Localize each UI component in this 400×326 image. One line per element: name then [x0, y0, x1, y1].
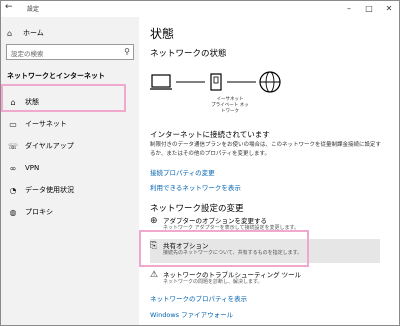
back-icon[interactable]: ← [5, 2, 13, 12]
network-diagram: イーサネット プライベート ネットワーク [150, 69, 285, 115]
sidebar-item-vpn[interactable]: ∞ VPN [1, 157, 139, 179]
pc-icon [150, 74, 172, 90]
minimize-button[interactable]: – [339, 1, 359, 17]
dialup-icon: ☏ [8, 141, 19, 151]
view-network-properties-link[interactable]: ネットワークのプロパティを表示 [150, 293, 247, 303]
sidebar-item-dialup[interactable]: ☏ ダイヤルアップ [1, 135, 139, 157]
show-available-networks-link[interactable]: 利用できるネットワークを表示 [150, 182, 241, 192]
search-input[interactable]: 設定の検索 ⚲ [6, 44, 134, 60]
status-highlight-box [1, 84, 126, 112]
sidebar-item-proxy[interactable]: ◍ プロキシ [1, 201, 139, 223]
main-content: 状態 ネットワークの状態 イーサネット プライベート ネットワーク インターネッ… [139, 17, 399, 325]
data-usage-icon: ◔ [9, 185, 17, 195]
window-title: 設定 [27, 6, 40, 13]
sidebar-item-label: データ使用状況 [25, 186, 74, 194]
proxy-icon: ◍ [9, 207, 17, 217]
change-connection-properties-link[interactable]: 接続プロパティの変更 [150, 167, 215, 177]
diagram-label: イーサネット プライベート ネットワーク [210, 97, 250, 115]
sharing-highlight-box [139, 230, 309, 267]
network-status-heading: ネットワークの状態 [150, 49, 227, 59]
sidebar-item-label: プロキシ [25, 208, 53, 216]
sidebar-item-label: VPN [25, 164, 40, 172]
option-subtitle: ネットワークの問題を診断し、解決します。 [163, 279, 263, 285]
ethernet-icon: ▭ [9, 119, 17, 129]
ethernet-port-icon [210, 73, 222, 91]
sidebar-section-title: ネットワークとインターネット [7, 72, 105, 80]
maximize-button[interactable]: □ [359, 1, 379, 17]
windows-firewall-link[interactable]: Windows ファイアウォール [150, 309, 233, 319]
connected-heading: インターネットに接続されています [150, 130, 270, 139]
page-title: 状態 [150, 27, 175, 41]
sidebar-item-label: イーサネット [25, 120, 67, 128]
network-diagram-graphic [150, 71, 281, 93]
search-icon: ⚲ [124, 47, 130, 56]
sidebar-item-label: ダイヤルアップ [25, 142, 74, 150]
scrollbar[interactable] [393, 17, 399, 325]
search-placeholder: 設定の検索 [11, 50, 44, 58]
connected-description: 制限付きのデータ通信プランをお使いの場合は、このネットワークを従量制課金接続に設… [150, 142, 382, 157]
vpn-icon: ∞ [9, 163, 17, 173]
troubleshoot-icon: ⚠ [150, 270, 159, 280]
change-settings-heading: ネットワーク設定の変更 [150, 204, 244, 214]
sidebar: ⌂ ホーム 設定の検索 ⚲ ネットワークとインターネット ⌂ 状態 ▭ イーサネ… [1, 17, 139, 325]
sidebar-item-ethernet[interactable]: ▭ イーサネット [1, 113, 139, 135]
home-label: ホーム [23, 29, 44, 37]
sidebar-item-data-usage[interactable]: ◔ データ使用状況 [1, 179, 139, 201]
close-button[interactable]: ✕ [379, 1, 399, 17]
home-icon: ⌂ [7, 28, 13, 38]
home-nav[interactable]: ⌂ ホーム [7, 26, 127, 40]
adapter-icon: ⊕ [150, 216, 158, 226]
globe-icon [259, 71, 281, 93]
title-bar: ← 設定 – □ ✕ [1, 1, 399, 17]
settings-window: ← 設定 – □ ✕ ⌂ ホーム 設定の検索 ⚲ ネットワークとインターネット … [0, 0, 400, 326]
troubleshooter-item[interactable]: ⚠ ネットワークのトラブルシューティング ツール ネットワークの問題を診断し、解… [150, 268, 380, 292]
diagram-label-line2: プライベート ネットワーク [211, 103, 249, 114]
